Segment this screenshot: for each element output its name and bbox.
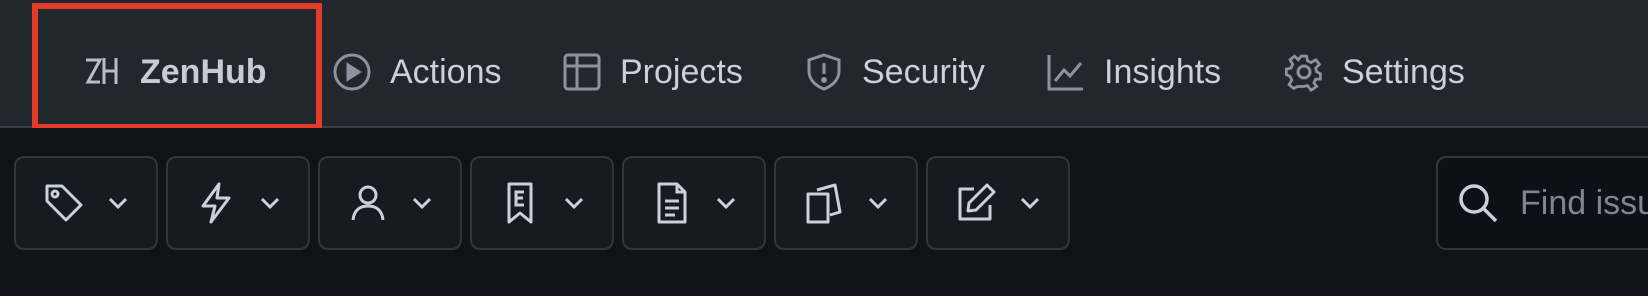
chevron-down-icon — [868, 197, 888, 210]
automation-filter-button[interactable] — [166, 156, 310, 250]
search-input[interactable] — [1518, 182, 1648, 224]
chevron-down-icon — [260, 197, 280, 210]
release-filter-button[interactable] — [622, 156, 766, 250]
tab-label: Settings — [1342, 52, 1465, 91]
graph-icon — [1046, 52, 1086, 92]
document-icon — [657, 182, 687, 224]
shield-icon — [804, 52, 844, 92]
copy-icon — [806, 183, 842, 224]
tab-settings[interactable]: Settings — [1284, 40, 1465, 104]
play-circle-icon — [332, 52, 372, 92]
tab-label: Security — [862, 52, 985, 91]
search-box — [1436, 156, 1648, 250]
chevron-down-icon — [716, 197, 736, 210]
tab-actions[interactable]: Actions — [332, 40, 502, 104]
table-icon — [562, 52, 602, 92]
labels-filter-button[interactable] — [14, 156, 158, 250]
tab-label: Insights — [1104, 52, 1222, 91]
tag-icon — [45, 184, 83, 222]
tab-security[interactable]: Security — [804, 40, 985, 104]
chevron-down-icon — [108, 197, 128, 210]
epic-bookmark-icon — [507, 182, 533, 224]
chevron-down-icon — [412, 197, 432, 210]
person-icon — [351, 185, 385, 221]
pipeline-filter-button[interactable] — [774, 156, 918, 250]
gear-icon — [1284, 52, 1324, 92]
repo-tab-bar: ZenHub Actions Projects Security Insight… — [0, 0, 1648, 130]
epic-filter-button[interactable] — [470, 156, 614, 250]
assignee-filter-button[interactable] — [318, 156, 462, 250]
edit-icon — [958, 183, 996, 221]
tab-label: Projects — [620, 52, 743, 91]
lightning-icon — [201, 182, 231, 224]
tab-label: Actions — [390, 52, 502, 91]
chevron-down-icon — [1020, 197, 1040, 210]
tab-insights[interactable]: Insights — [1046, 40, 1221, 104]
chevron-down-icon — [564, 197, 584, 210]
tab-projects[interactable]: Projects — [562, 40, 743, 104]
zenhub-highlight-box — [32, 3, 322, 130]
search-icon — [1459, 184, 1498, 223]
edit-filter-button[interactable] — [926, 156, 1070, 250]
